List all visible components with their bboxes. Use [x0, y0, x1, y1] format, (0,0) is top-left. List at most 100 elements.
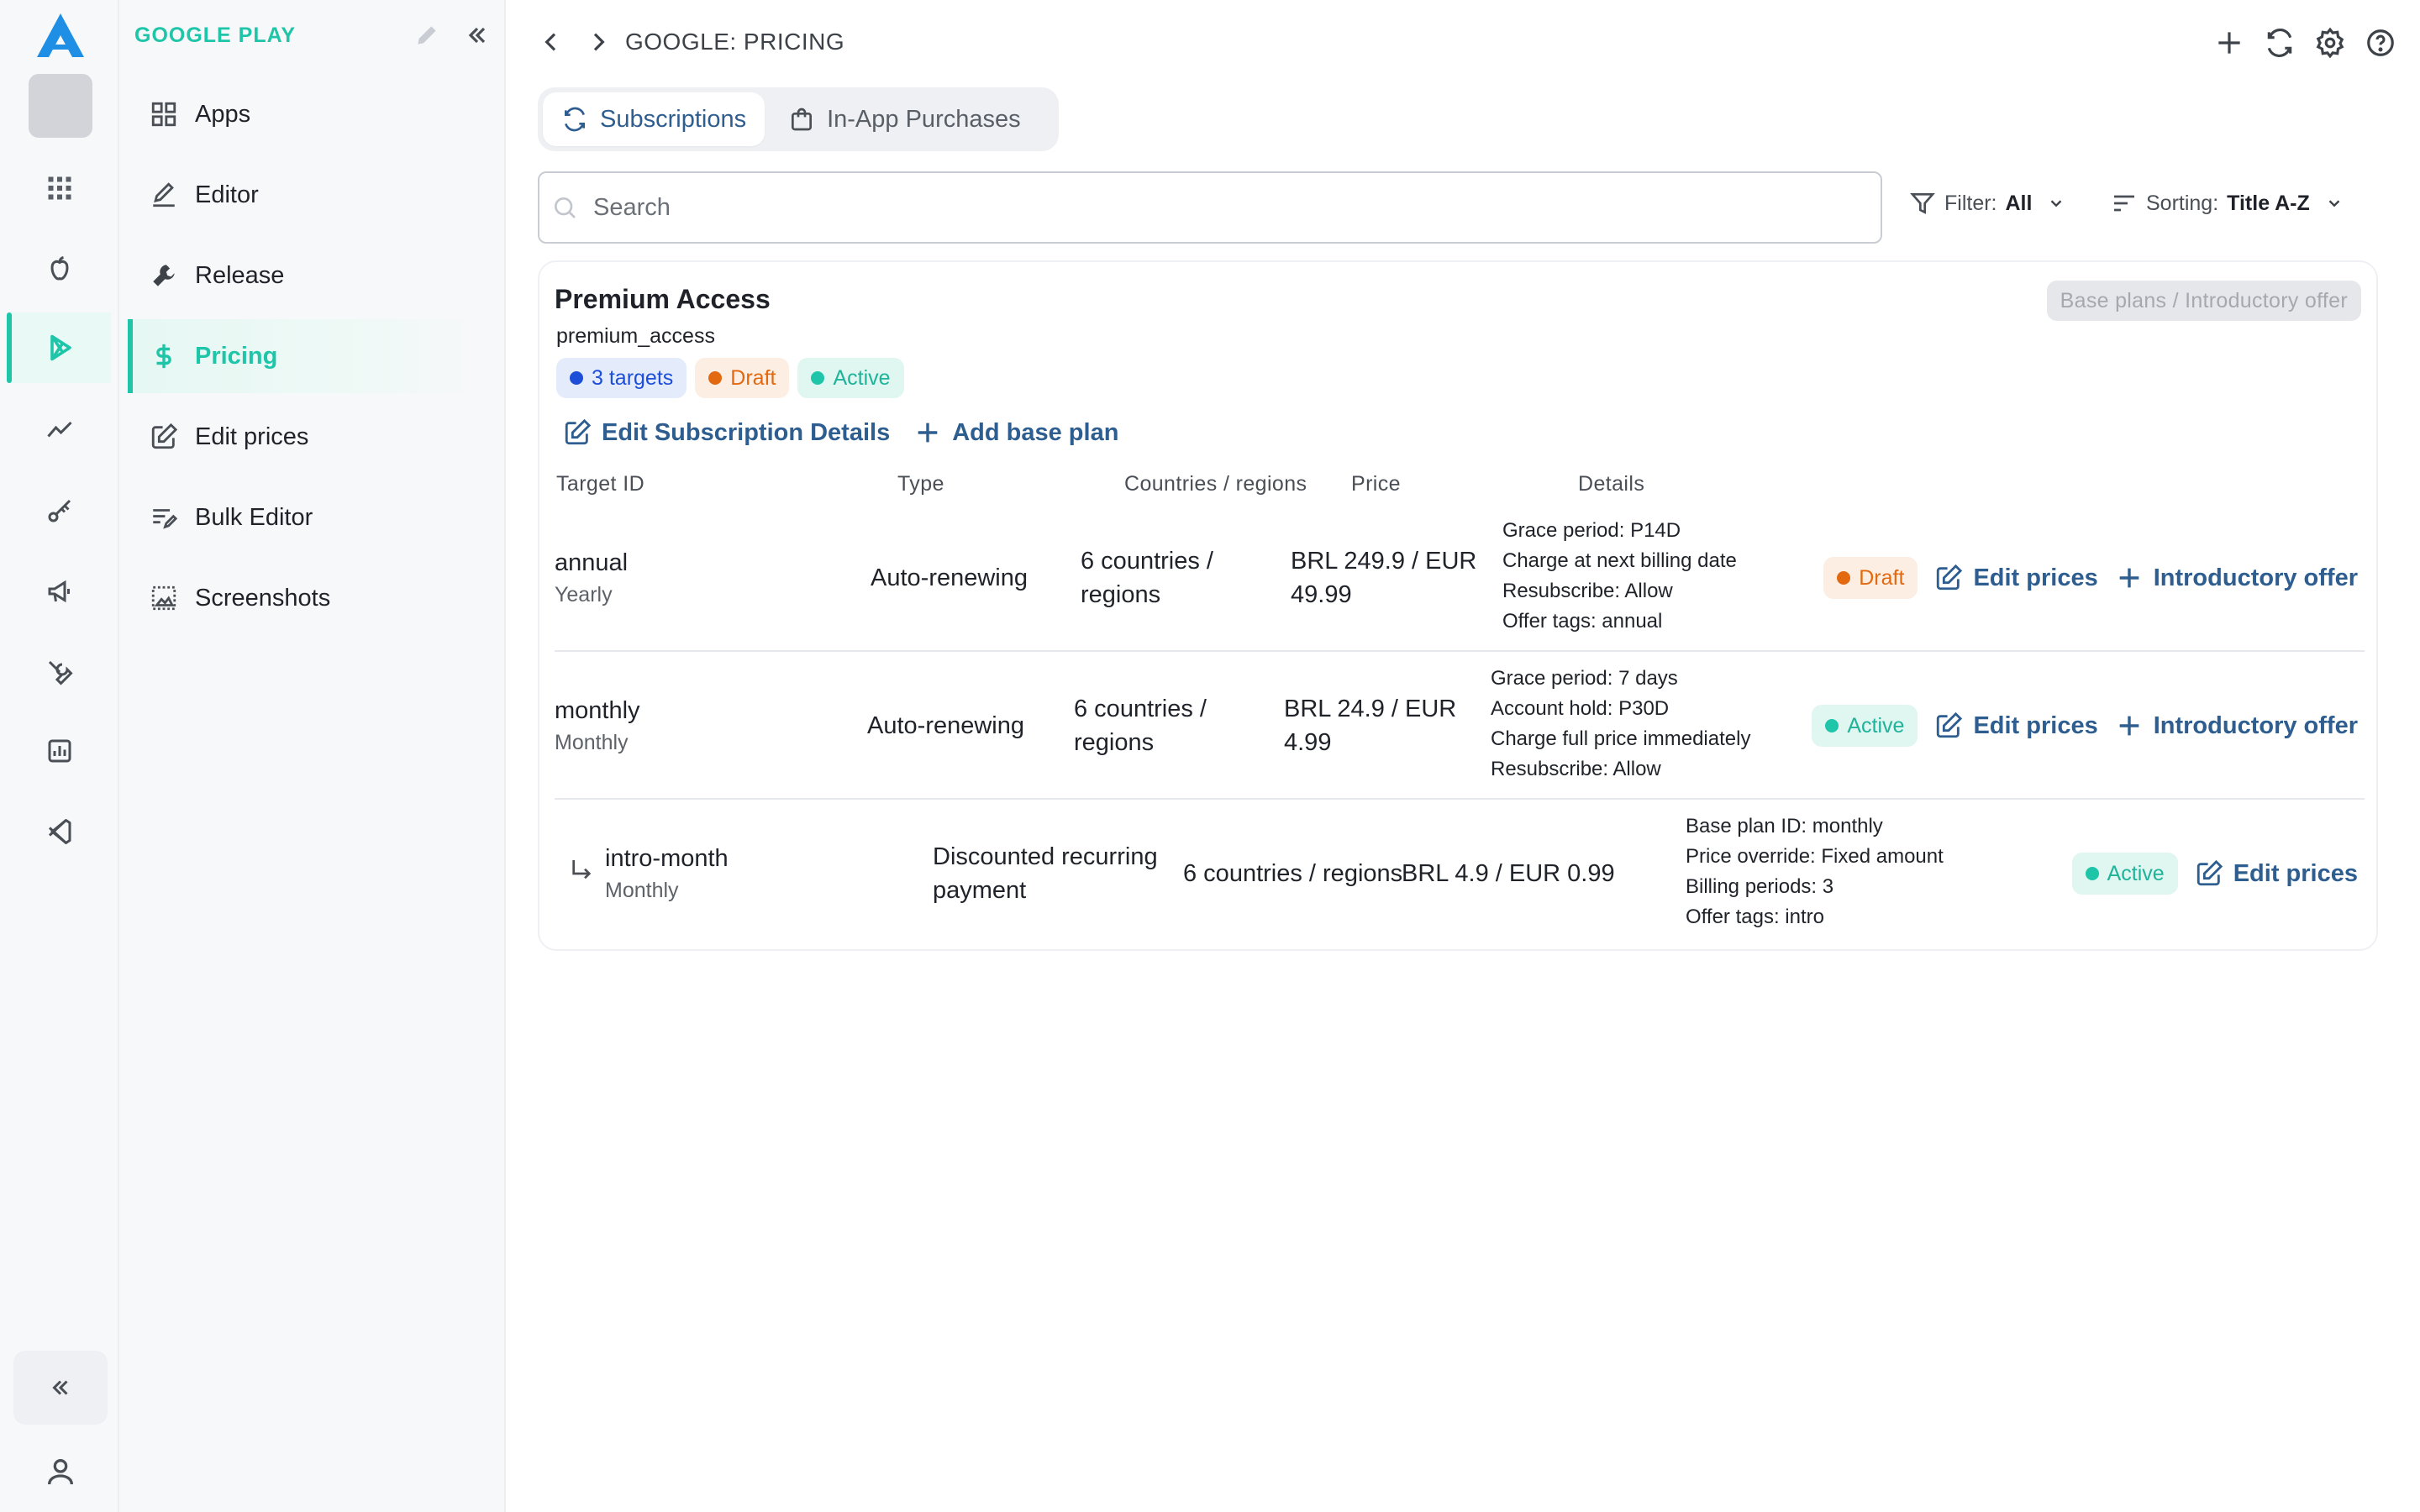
targets-badge: 3 targets [556, 358, 687, 398]
icon-rail [0, 0, 119, 1512]
type-cell: Auto-renewing [871, 564, 1028, 591]
column-header-price: Price [1351, 472, 1401, 496]
sorting-value: Title A-Z [2227, 191, 2310, 215]
pencil-icon[interactable] [413, 22, 440, 49]
refresh-icon [565, 107, 585, 132]
chevron-down-icon [2051, 200, 2062, 207]
subscription-id: premium_access [556, 324, 715, 348]
chevron-down-icon [2328, 200, 2340, 207]
sidebar-item-label: Screenshots [195, 584, 331, 612]
megaphone-icon[interactable] [8, 556, 111, 627]
forward-arrow-icon[interactable] [585, 29, 612, 55]
sidebar-item-edit-prices[interactable]: Edit prices [128, 400, 489, 474]
edit-subscription-details-button[interactable]: Edit Subscription Details [563, 418, 890, 447]
tab-in-app-purchases[interactable]: In-App Purchases [770, 92, 1039, 146]
price-cell: BRL 249.9 / EUR 49.99 [1291, 548, 1477, 608]
collapse-sidebar-icon[interactable] [464, 22, 491, 49]
chart-icon[interactable] [8, 716, 111, 786]
column-header-target-id: Target ID [556, 472, 645, 496]
edit-square-icon [565, 418, 592, 445]
sidebar-item-label: Edit prices [195, 423, 309, 450]
column-header-details: Details [1578, 472, 1645, 496]
row-actions: Active Edit prices Introductory offer [1812, 652, 2358, 800]
countries-cell: 6 countries / regions [1183, 860, 1403, 887]
play-icon[interactable] [7, 312, 111, 383]
details-cell: Grace period: P14D Charge at next billin… [1502, 519, 1737, 633]
add-icon[interactable] [2213, 27, 2245, 59]
status-badge: Active [2071, 853, 2178, 895]
plus-icon [2119, 716, 2139, 736]
target-cell: intro-month Monthly [605, 845, 729, 902]
tab-subscriptions[interactable]: Subscriptions [543, 92, 765, 146]
price-cell: BRL 24.9 / EUR 4.99 [1284, 696, 1457, 756]
filter-label: Filter: [1944, 191, 1997, 215]
table-row: monthly Monthly Auto-renewing 6 countrie… [555, 652, 2365, 800]
search-input[interactable] [593, 193, 1854, 222]
pen-icon [153, 182, 175, 207]
type-cell: Discounted recurring payment [933, 843, 1158, 904]
table-row: annual Yearly Auto-renewing 6 countries … [555, 504, 2365, 652]
vscode-icon[interactable] [8, 796, 111, 867]
tab-label: In-App Purchases [827, 105, 1021, 133]
sidebar-item-screenshots[interactable]: Screenshots [128, 561, 489, 635]
edit-square-icon [151, 423, 178, 449]
apps-grid-icon[interactable] [8, 153, 111, 223]
column-header-type: Type [897, 472, 944, 496]
add-base-plan-button[interactable]: Add base plan [913, 418, 1118, 447]
sidebar-item-apps[interactable]: Apps [128, 77, 489, 151]
sub-item-arrow-icon [572, 860, 592, 879]
card-actions: Edit Subscription Details Add base plan [563, 418, 1118, 447]
apple-icon[interactable] [8, 234, 111, 304]
details-cell: Base plan ID: monthly Price override: Fi… [1686, 815, 1944, 928]
sidebar-item-bulk-editor[interactable]: Bulk Editor [128, 480, 489, 554]
edit-square-icon [1937, 711, 1963, 738]
edit-prices-button[interactable]: Edit prices [1934, 564, 2098, 592]
row-actions: Active Edit prices [2071, 800, 2358, 948]
workspace-avatar[interactable] [29, 74, 92, 138]
type-cell: Auto-renewing [867, 712, 1024, 739]
grid-icon [151, 102, 176, 127]
details-cell: Grace period: 7 days Account hold: P30D … [1491, 667, 1751, 780]
back-arrow-icon[interactable] [538, 29, 565, 55]
sidebar-item-release[interactable]: Release [128, 239, 489, 312]
subscription-title: Premium Access [555, 284, 771, 314]
help-icon[interactable] [2365, 27, 2396, 59]
analytics-icon[interactable] [8, 395, 111, 465]
key-icon[interactable] [8, 475, 111, 546]
logo-icon[interactable] [34, 10, 87, 60]
status-chips: 3 targets Draft Active [556, 358, 904, 398]
row-actions: Draft Edit prices Introductory offer [1823, 504, 2358, 652]
section-sidebar: GOOGLE PLAY Apps Editor Release Pricing … [119, 0, 506, 1512]
edit-prices-button[interactable]: Edit prices [2195, 859, 2358, 888]
user-icon[interactable] [44, 1455, 77, 1488]
sidebar-item-label: Pricing [195, 342, 278, 370]
edit-prices-button[interactable]: Edit prices [1934, 711, 2098, 740]
tab-label: Subscriptions [600, 105, 747, 133]
introductory-offer-button[interactable]: Introductory offer [2115, 711, 2358, 740]
funnel-icon [1910, 193, 1935, 214]
sidebar-item-pricing[interactable]: Pricing [128, 319, 489, 393]
introductory-offer-button[interactable]: Introductory offer [2115, 564, 2358, 592]
sorting-dropdown[interactable]: Sorting: Title A-Z [2111, 190, 2344, 217]
price-cell: BRL 4.9 / EUR 0.99 [1402, 860, 1615, 887]
target-cell: monthly Monthly [555, 697, 640, 754]
shopping-bag-icon [792, 108, 813, 131]
plus-icon [2119, 568, 2139, 588]
sidebar-item-label: Apps [195, 100, 251, 128]
sidebar-item-editor[interactable]: Editor [128, 158, 489, 232]
column-header-countries: Countries / regions [1124, 472, 1307, 496]
refresh-icon[interactable] [2264, 27, 2296, 59]
breadcrumb: GOOGLE: PRICING [625, 29, 845, 55]
sidebar-item-label: Bulk Editor [195, 503, 313, 531]
countries-cell: 6 countries / regions [1074, 696, 1207, 756]
status-badge: Active [1812, 705, 1918, 747]
edit-square-icon [1937, 564, 1963, 591]
filter-value: All [2005, 191, 2033, 215]
subscription-card: Premium Access premium_access 3 targets … [538, 260, 2378, 951]
base-plans-toggle[interactable]: Base plans / Introductory offer [2046, 281, 2361, 321]
filter-dropdown[interactable]: Filter: All [1909, 190, 2065, 217]
screenshot-icon [151, 585, 176, 611]
gear-icon[interactable] [2314, 27, 2346, 59]
rail-collapse-button[interactable] [13, 1351, 108, 1425]
tools-icon[interactable] [8, 637, 111, 707]
